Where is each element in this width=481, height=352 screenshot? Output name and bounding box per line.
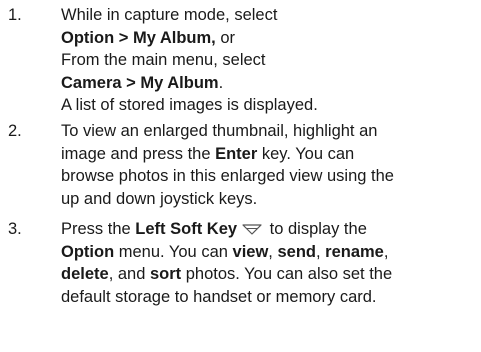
text-run: photos. You can also set the bbox=[181, 265, 393, 284]
text-run: , bbox=[383, 242, 389, 261]
bold-term: Option bbox=[61, 242, 115, 261]
step-line: While in capture mode, select bbox=[61, 4, 479, 27]
bold-term: sort bbox=[149, 265, 182, 284]
step-line: From the main menu, select bbox=[61, 49, 479, 72]
step-line: Camera > My Album. bbox=[61, 72, 479, 95]
bold-term: Camera > My Album bbox=[61, 73, 219, 92]
text-run: A list of stored images is displayed. bbox=[61, 96, 318, 115]
bold-term: Option > My Album, bbox=[61, 28, 216, 47]
text-run: From the main menu, select bbox=[61, 51, 266, 70]
text-run: default storage to handset or memory car… bbox=[61, 287, 377, 306]
text-run: up and down joystick keys. bbox=[61, 189, 258, 208]
bold-term: send bbox=[277, 242, 316, 261]
step-body: While in capture mode, select Option > My… bbox=[61, 4, 479, 117]
step-body: Press the Left Soft Key to display the Op… bbox=[61, 218, 479, 308]
step-line: up and down joystick keys. bbox=[61, 188, 479, 211]
step-line: Press the Left Soft Key to display the bbox=[61, 218, 479, 241]
step-line: Option menu. You can view, send, rename, bbox=[61, 241, 479, 264]
text-run: image and press the bbox=[61, 144, 216, 163]
text-run: menu. You can bbox=[114, 242, 233, 261]
text-run: browse photos in this enlarged view usin… bbox=[61, 167, 394, 186]
text-run: key. You can bbox=[257, 144, 355, 163]
step-line: To view an enlarged thumbnail, highlight… bbox=[61, 120, 479, 143]
step-line: default storage to handset or memory car… bbox=[61, 286, 479, 309]
bold-term: view bbox=[232, 242, 269, 261]
step-line: delete, and sort photos. You can also se… bbox=[61, 263, 479, 286]
step-number: 2. bbox=[8, 122, 22, 140]
step-line: A list of stored images is displayed. bbox=[61, 94, 479, 117]
instruction-document: 1. While in capture mode, select Option >… bbox=[0, 0, 481, 352]
step-number: 1. bbox=[8, 6, 22, 24]
bold-term: delete bbox=[61, 265, 109, 284]
text-run: . bbox=[218, 73, 224, 92]
text-run: To view an enlarged thumbnail, highlight… bbox=[61, 122, 378, 140]
bold-term: rename bbox=[325, 242, 384, 261]
step-line: browse photos in this enlarged view usin… bbox=[61, 165, 479, 188]
text-run: While in capture mode, select bbox=[61, 6, 278, 24]
step-body: To view an enlarged thumbnail, highlight… bbox=[61, 120, 479, 210]
step-number: 3. bbox=[8, 220, 22, 238]
step-line: image and press the Enter key. You can bbox=[61, 143, 479, 166]
text-run: , bbox=[315, 242, 326, 261]
step-line: Option > My Album, or bbox=[61, 27, 479, 50]
bold-term: Left Soft Key bbox=[135, 220, 238, 238]
text-run: or bbox=[215, 28, 236, 47]
text-run: to display the bbox=[265, 220, 367, 238]
left-soft-key-icon bbox=[241, 220, 263, 243]
text-run: , and bbox=[108, 265, 150, 284]
text-run: Press the bbox=[61, 220, 136, 238]
bold-term: Enter bbox=[215, 144, 258, 163]
